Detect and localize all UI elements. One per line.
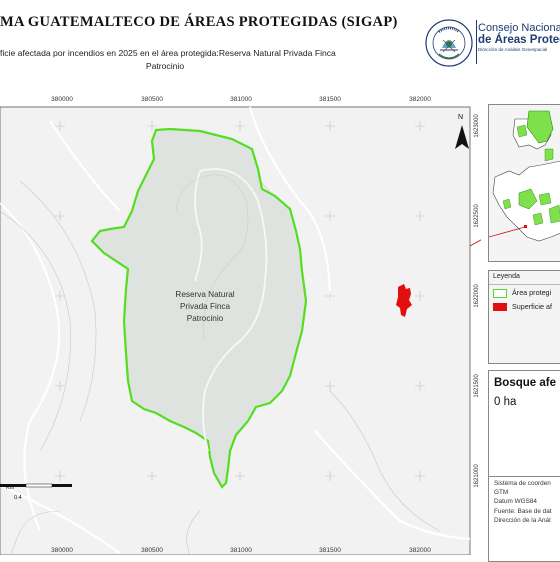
area-label-line-3: Patrocinio <box>187 314 224 323</box>
region-patch-6 <box>532 212 544 226</box>
legend-item-label: Área protegi <box>512 288 552 297</box>
subtitle-line-2: Patrocinio <box>145 61 185 71</box>
legend-swatch-outline <box>493 288 507 298</box>
metadata-panel: Sistema de coorden GTM Datum WGS84 Fuent… <box>488 476 560 562</box>
cnap-logo: Consejo Nacional de Áreas Protegi Direcc… <box>476 20 560 64</box>
x-tick-bottom-2: 380500 <box>141 547 163 554</box>
scale-unit: Km <box>6 485 15 491</box>
cnap-line-3: Dirección de Análisis Geoespacial <box>478 47 548 52</box>
map-header: MA GUATEMALTECO DE ÁREAS PROTEGIDAS (SIG… <box>0 0 560 86</box>
inset-locator-map[interactable] <box>488 104 560 262</box>
legend-item-protected-area: Área protegi <box>493 288 551 298</box>
cnap-line-2: de Áreas Protegi <box>478 34 560 46</box>
region-patch-1 <box>516 124 528 138</box>
logo-divider <box>476 20 477 64</box>
y-tick-1: 1623000 <box>474 114 480 138</box>
x-tick-top-2: 380500 <box>141 96 163 103</box>
legend-title: Leyenda <box>493 273 520 280</box>
legend-divider <box>489 284 560 285</box>
burned-forest-stat: Bosque afe 0 ha <box>488 370 560 478</box>
stat-value: 0 ha <box>494 396 517 408</box>
x-tick-bottom-1: 380000 <box>51 547 73 554</box>
area-label-line-2: Privada Finca <box>180 302 231 311</box>
y-tick-5: 1621000 <box>474 464 480 488</box>
meta-line-5: Dirección de la Anál <box>494 516 551 524</box>
stat-label: Bosque afe <box>494 377 556 389</box>
meta-line-2: GTM <box>494 489 509 497</box>
cnap-line-1: Consejo Nacional <box>478 22 560 34</box>
north-label: N <box>458 114 463 121</box>
y-tick-2: 1622500 <box>474 204 480 228</box>
map-subtitle: ficie afectada por incendios en 2025 en … <box>0 47 420 73</box>
meta-line-4: Fuente: Base de dat <box>494 507 552 515</box>
meta-line-1: Sistema de coorden <box>494 480 551 487</box>
map-title: MA GUATEMALTECO DE ÁREAS PROTEGIDAS (SIG… <box>0 14 398 30</box>
y-tick-4: 1621500 <box>474 374 480 398</box>
main-map[interactable]: Reserva Natural Privada Finca Patrocinio… <box>0 91 481 555</box>
legend-swatch-fill <box>493 303 507 312</box>
meta-line-3: Datum WGS84 <box>494 498 537 506</box>
subtitle-line-1: ficie afectada por incendios en 2025 en … <box>0 48 336 58</box>
area-label-line-1: Reserva Natural <box>175 290 234 299</box>
x-tick-bottom-5: 382000 <box>409 547 431 554</box>
region-patch-4 <box>538 192 552 206</box>
x-tick-top-3: 381000 <box>230 96 252 103</box>
region-patch-2 <box>544 148 554 162</box>
x-tick-top-4: 381500 <box>319 96 341 103</box>
scale-value: 0.4 <box>14 495 22 501</box>
x-tick-top-1: 380000 <box>51 96 73 103</box>
x-tick-bottom-4: 381500 <box>319 547 341 554</box>
y-tick-3: 1622000 <box>474 284 480 308</box>
legend-item-burned-area: Superficie af <box>493 302 552 312</box>
guatemala-seal-logo <box>425 19 473 67</box>
x-tick-top-5: 382000 <box>409 96 431 103</box>
legend-item-label: Superficie af <box>512 302 552 311</box>
x-tick-bottom-3: 381000 <box>230 547 252 554</box>
legend-panel: Leyenda Área protegi Superficie af <box>488 270 560 364</box>
inset-location-marker <box>524 225 527 228</box>
